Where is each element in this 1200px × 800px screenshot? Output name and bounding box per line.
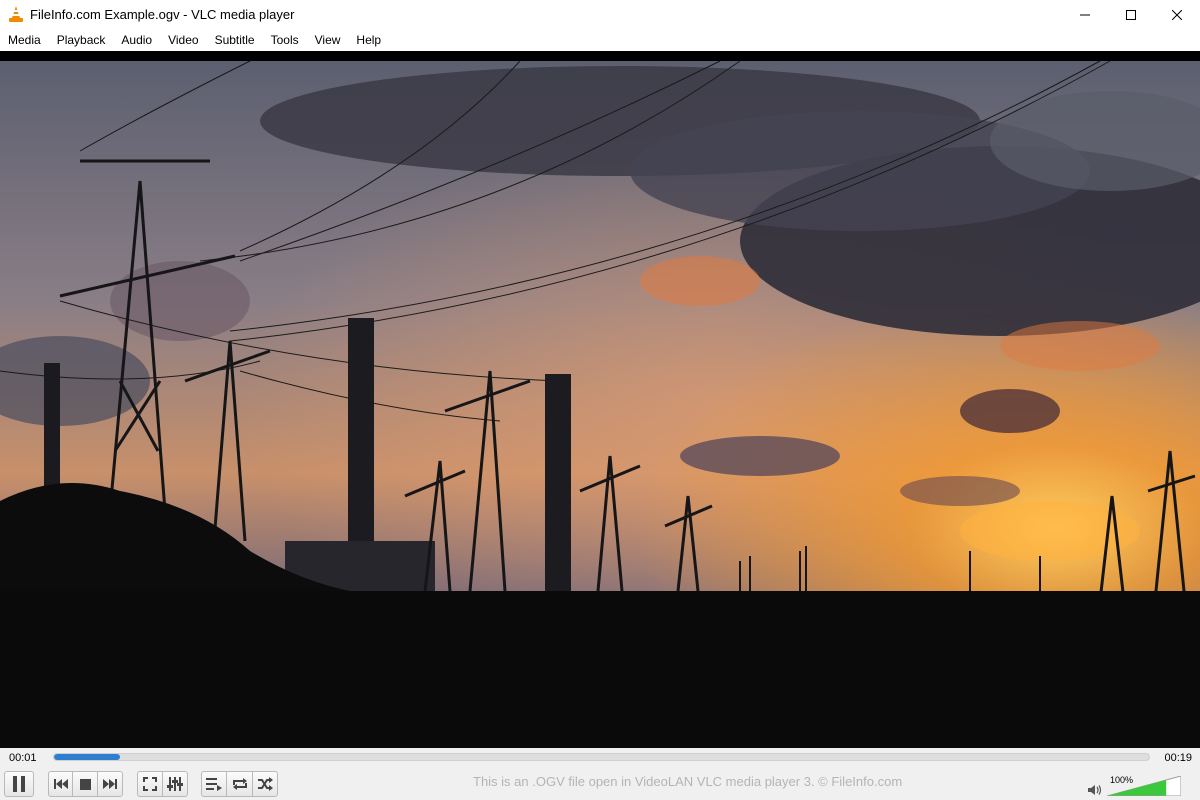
speaker-icon[interactable]	[1088, 784, 1102, 796]
stop-button[interactable]	[72, 771, 98, 797]
window-title: FileInfo.com Example.ogv - VLC media pla…	[30, 7, 295, 22]
menu-tools[interactable]: Tools	[263, 30, 307, 51]
stop-icon	[79, 778, 91, 790]
control-bar: This is an .OGV file open in VideoLAN VL…	[0, 768, 1200, 800]
playlist-icon	[206, 778, 222, 791]
fullscreen-button[interactable]	[137, 771, 163, 797]
menu-video[interactable]: Video	[160, 30, 206, 51]
volume-percent: 100%	[1110, 775, 1134, 785]
next-icon	[103, 779, 117, 789]
menu-subtitle[interactable]: Subtitle	[207, 30, 263, 51]
menu-view[interactable]: View	[307, 30, 349, 51]
maximize-button[interactable]	[1108, 0, 1154, 30]
loop-icon	[232, 778, 247, 790]
elapsed-time: 00:01	[9, 752, 37, 764]
vlc-cone-icon	[9, 6, 23, 22]
pause-icon	[13, 776, 25, 792]
minimize-button[interactable]	[1062, 0, 1108, 30]
close-icon	[1172, 10, 1182, 20]
shuffle-icon	[258, 777, 273, 791]
menu-audio[interactable]: Audio	[113, 30, 160, 51]
playlist-button[interactable]	[201, 771, 227, 797]
close-button[interactable]	[1154, 0, 1200, 30]
menu-help[interactable]: Help	[348, 30, 389, 51]
video-scene	[0, 60, 1200, 748]
previous-button[interactable]	[48, 771, 73, 797]
pause-button[interactable]	[4, 771, 34, 797]
status-message: This is an .OGV file open in VideoLAN VL…	[473, 774, 903, 789]
menu-playback[interactable]: Playback	[49, 30, 114, 51]
previous-icon	[53, 779, 68, 789]
shuffle-button[interactable]	[252, 771, 278, 797]
video-frame[interactable]	[0, 51, 1200, 748]
maximize-icon	[1126, 10, 1136, 20]
seek-row: 00:01 00:19	[0, 748, 1200, 768]
total-time: 00:19	[1164, 752, 1192, 764]
extended-settings-icon	[167, 777, 183, 791]
seek-progress	[54, 754, 120, 760]
extended-settings-button[interactable]	[162, 771, 188, 797]
next-button[interactable]	[97, 771, 123, 797]
fullscreen-icon	[143, 777, 157, 791]
minimize-icon	[1080, 14, 1090, 16]
menu-bar: Media Playback Audio Video Subtitle Tool…	[0, 30, 1200, 51]
title-bar: FileInfo.com Example.ogv - VLC media pla…	[0, 0, 1200, 30]
seek-slider[interactable]	[53, 753, 1150, 761]
menu-media[interactable]: Media	[0, 30, 49, 51]
loop-button[interactable]	[226, 771, 253, 797]
